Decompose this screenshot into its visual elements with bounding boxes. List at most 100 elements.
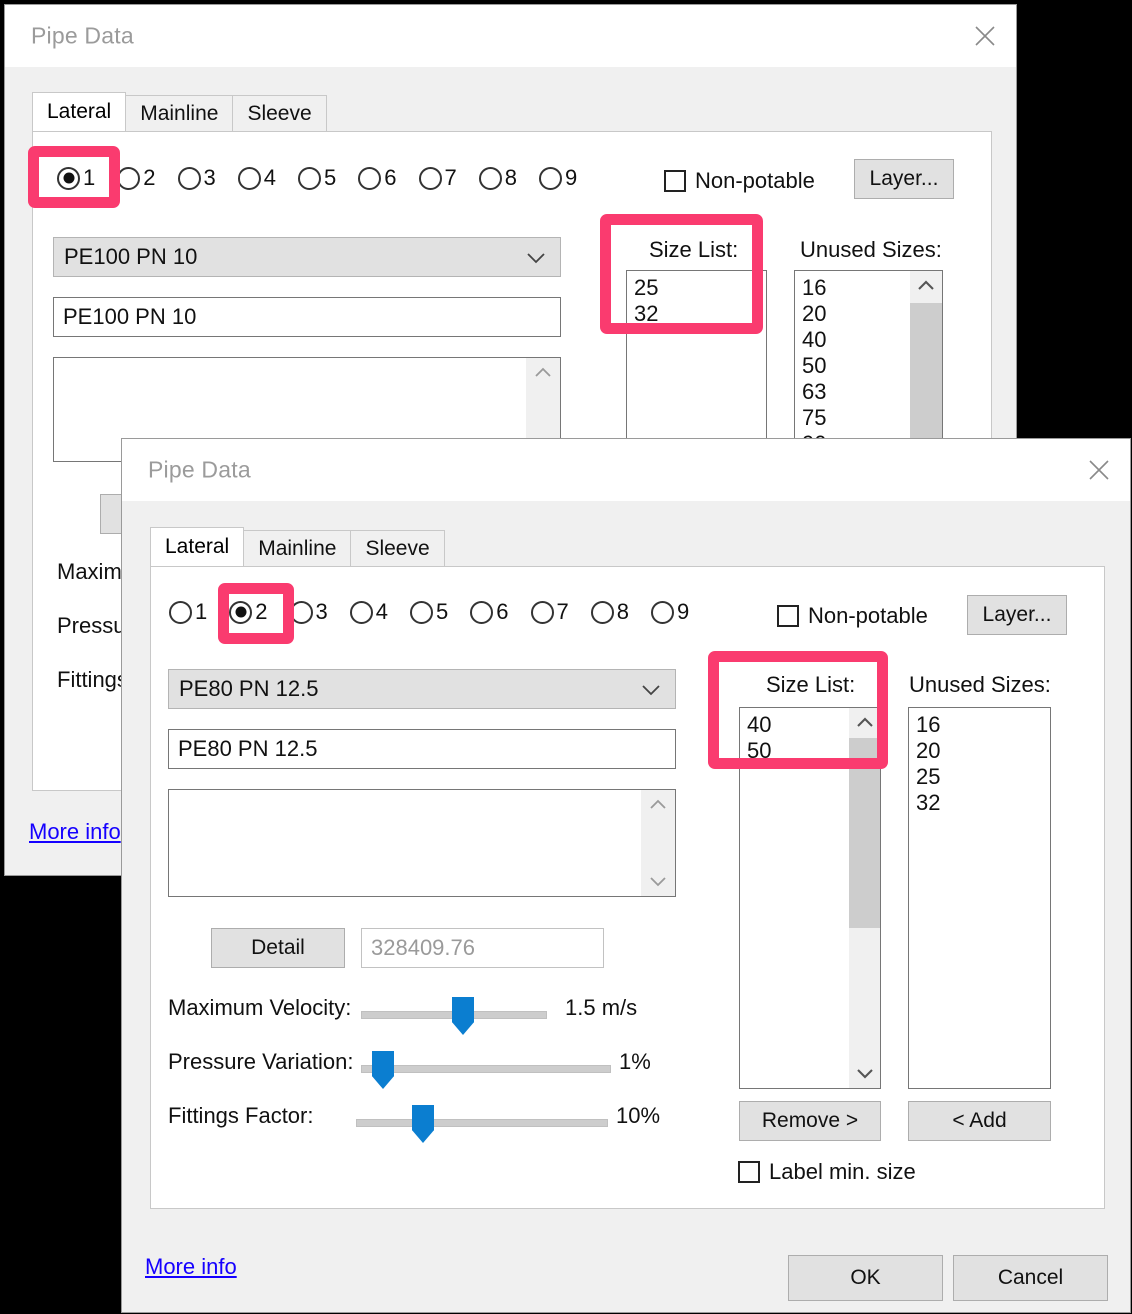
- radio-2[interactable]: 2: [229, 599, 268, 625]
- front-size-listbox[interactable]: 40 50: [739, 707, 881, 1089]
- radio-9-label: 9: [565, 165, 578, 190]
- scroll-down-icon[interactable]: [856, 1059, 874, 1088]
- radio-8-label: 8: [504, 165, 517, 190]
- front-dialog-title: Pipe Data: [148, 456, 251, 483]
- back-size-listbox[interactable]: 25 32: [626, 270, 767, 450]
- radio-1[interactable]: 1: [169, 599, 207, 625]
- radio-7[interactable]: 7: [530, 599, 569, 625]
- radio-1-circle: [169, 600, 192, 624]
- front-unused-listbox[interactable]: 16 20 25 32: [908, 707, 1051, 1089]
- non-potable-label: Non-potable: [808, 603, 928, 628]
- radio-3-circle: [177, 166, 201, 190]
- radio-2[interactable]: 2: [117, 165, 156, 191]
- pressure-variation-label: Pressure Variation:: [168, 1049, 354, 1074]
- back-dialog-tabstrip: Lateral Mainline Sleeve: [32, 92, 327, 131]
- radio-4-circle: [237, 166, 261, 190]
- pressure-variation-slider[interactable]: [361, 1051, 611, 1089]
- add-button[interactable]: < Add: [908, 1101, 1051, 1141]
- pipe-name-field[interactable]: PE80 PN 12.5: [168, 729, 676, 769]
- radio-9[interactable]: 9: [539, 165, 577, 191]
- list-item[interactable]: 32: [916, 790, 1050, 816]
- tab-sleeve[interactable]: Sleeve: [232, 95, 327, 131]
- radio-5[interactable]: 5: [410, 599, 448, 625]
- list-item[interactable]: 20: [916, 738, 1050, 764]
- layer-button[interactable]: Layer...: [854, 159, 954, 199]
- notes-scrollbar[interactable]: [641, 790, 675, 896]
- radio-3[interactable]: 3: [289, 599, 328, 625]
- front-more-info-link[interactable]: More info: [145, 1254, 237, 1280]
- pressure-variation-value: 1%: [619, 1049, 651, 1074]
- scroll-up-icon[interactable]: [649, 790, 667, 819]
- radio-5-circle: [410, 600, 433, 624]
- scroll-up-icon[interactable]: [856, 708, 874, 737]
- scroll-down-icon[interactable]: [649, 867, 667, 896]
- front-unused-sizes-label: Unused Sizes:: [909, 672, 1051, 697]
- cancel-button[interactable]: Cancel: [953, 1255, 1108, 1301]
- radio-3[interactable]: 3: [177, 165, 216, 191]
- pipe-type-combo[interactable]: PE100 PN 10: [53, 237, 561, 277]
- tab-sleeve[interactable]: Sleeve: [350, 530, 445, 566]
- back-unused-scrollbar[interactable]: [910, 271, 942, 441]
- max-velocity-slider[interactable]: [361, 997, 547, 1035]
- detail-value-field[interactable]: 328409.76: [361, 928, 604, 968]
- tab-lateral[interactable]: Lateral: [150, 527, 245, 566]
- scrollbar-thumb[interactable]: [849, 738, 880, 928]
- layer-button[interactable]: Layer...: [967, 595, 1067, 635]
- pipe-notes-area[interactable]: [168, 789, 676, 897]
- list-item[interactable]: 25: [634, 275, 766, 301]
- detail-button[interactable]: Detail: [211, 928, 345, 968]
- fittings-factor-label: Fittings Factor:: [168, 1103, 314, 1128]
- front-unused-list-items: 16 20 25 32: [909, 708, 1050, 816]
- ok-button[interactable]: OK: [788, 1255, 943, 1301]
- radio-7[interactable]: 7: [418, 165, 457, 191]
- pipe-type-combo-value: PE100 PN 10: [64, 244, 198, 269]
- fittings-factor-slider[interactable]: [356, 1105, 608, 1143]
- radio-2-label: 2: [143, 165, 156, 190]
- remove-button[interactable]: Remove >: [739, 1101, 881, 1141]
- back-unused-listbox[interactable]: 16 20 40 50 63 75 90: [794, 270, 943, 442]
- pipe-name-field[interactable]: PE100 PN 10: [53, 297, 561, 337]
- close-icon[interactable]: [954, 5, 1016, 67]
- pipe-type-combo[interactable]: PE80 PN 12.5: [168, 669, 676, 709]
- label-min-size-checkbox[interactable]: Label min. size: [738, 1159, 916, 1185]
- non-potable-label: Non-potable: [695, 168, 815, 193]
- front-size-scrollbar[interactable]: [849, 708, 880, 1088]
- scrollbar-thumb[interactable]: [910, 303, 942, 441]
- tab-mainline[interactable]: Mainline: [125, 95, 234, 131]
- label-min-size-label: Label min. size: [769, 1159, 916, 1184]
- front-dialog-titlebar: Pipe Data: [122, 439, 1130, 501]
- radio-4[interactable]: 4: [237, 165, 276, 191]
- back-more-info-link[interactable]: More info: [29, 819, 121, 845]
- non-potable-checkbox[interactable]: Non-potable: [664, 168, 815, 194]
- radio-7-circle: [530, 600, 554, 624]
- scroll-up-icon[interactable]: [534, 358, 552, 387]
- checkbox-box: [777, 605, 799, 627]
- close-icon[interactable]: [1068, 439, 1130, 501]
- list-item[interactable]: 16: [916, 712, 1050, 738]
- radio-4[interactable]: 4: [349, 599, 388, 625]
- list-item[interactable]: 25: [916, 764, 1050, 790]
- radio-9[interactable]: 9: [651, 599, 689, 625]
- radio-5-label: 5: [436, 599, 449, 624]
- back-unused-sizes-label: Unused Sizes:: [800, 237, 942, 262]
- pressure-variation-label: Pressu: [57, 613, 126, 638]
- radio-8[interactable]: 8: [590, 599, 629, 625]
- radio-6-circle: [470, 600, 494, 624]
- non-potable-checkbox[interactable]: Non-potable: [777, 603, 928, 629]
- front-size-list-label: Size List:: [766, 672, 856, 697]
- scroll-up-icon[interactable]: [917, 271, 935, 300]
- radio-1[interactable]: 1: [57, 165, 95, 191]
- radio-5[interactable]: 5: [298, 165, 336, 191]
- tab-lateral[interactable]: Lateral: [32, 92, 127, 131]
- radio-6-label: 6: [496, 599, 509, 624]
- fittings-factor-value: 10%: [616, 1103, 661, 1128]
- radio-6[interactable]: 6: [358, 165, 397, 191]
- radio-6[interactable]: 6: [470, 599, 509, 625]
- tab-mainline[interactable]: Mainline: [243, 530, 352, 566]
- front-pipe-data-dialog: Pipe Data Lateral Mainline Sleeve 1 2 3 …: [121, 438, 1131, 1313]
- radio-6-circle: [358, 166, 382, 190]
- radio-8[interactable]: 8: [478, 165, 517, 191]
- radio-4-circle: [349, 600, 373, 624]
- list-item[interactable]: 32: [634, 301, 766, 327]
- radio-7-label: 7: [444, 165, 457, 190]
